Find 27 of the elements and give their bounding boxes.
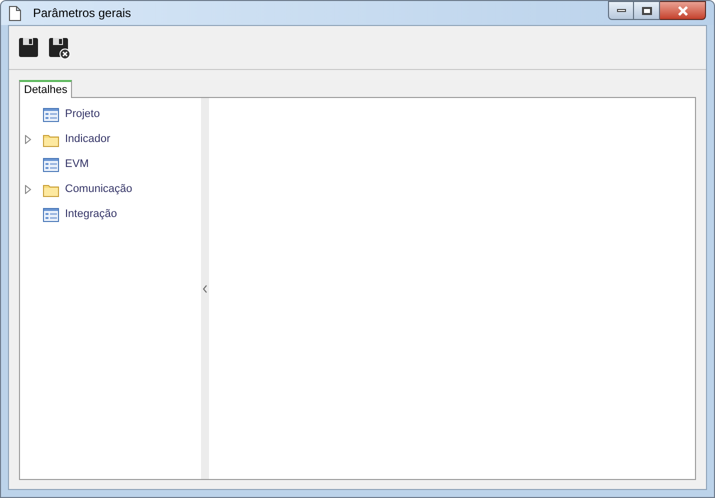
folder-icon xyxy=(43,132,59,146)
collapse-left-icon[interactable] xyxy=(203,284,207,292)
tree-item[interactable]: Projeto xyxy=(20,102,201,127)
save-icon[interactable] xyxy=(18,36,40,58)
minimize-button[interactable] xyxy=(608,1,634,20)
form-icon xyxy=(43,108,59,122)
window-title: Parâmetros gerais xyxy=(33,5,132,22)
tree-label: EVM xyxy=(65,157,89,172)
tree-label: Projeto xyxy=(65,107,100,122)
tab[interactable]: Detalhes xyxy=(19,80,72,98)
document-icon xyxy=(9,6,21,20)
form-icon xyxy=(43,208,59,222)
close-icon[interactable] xyxy=(676,6,688,16)
close-button[interactable] xyxy=(660,1,706,20)
expand-icon[interactable] xyxy=(25,135,32,144)
tree-label: Integração xyxy=(65,207,117,222)
folder-icon xyxy=(43,182,59,196)
tree-label: Comunicação xyxy=(65,182,132,198)
expand-icon[interactable] xyxy=(25,185,32,194)
tree-item[interactable]: Integração xyxy=(20,202,201,227)
form-icon xyxy=(43,158,59,172)
tree-item[interactable]: EVM xyxy=(20,152,201,177)
tree-item[interactable]: Indicador xyxy=(20,127,201,152)
tree-label: Indicador xyxy=(65,132,110,148)
save-close-icon[interactable] xyxy=(48,36,70,58)
tree-item[interactable]: Comunicação xyxy=(20,177,201,202)
maximize-button[interactable] xyxy=(634,1,660,20)
